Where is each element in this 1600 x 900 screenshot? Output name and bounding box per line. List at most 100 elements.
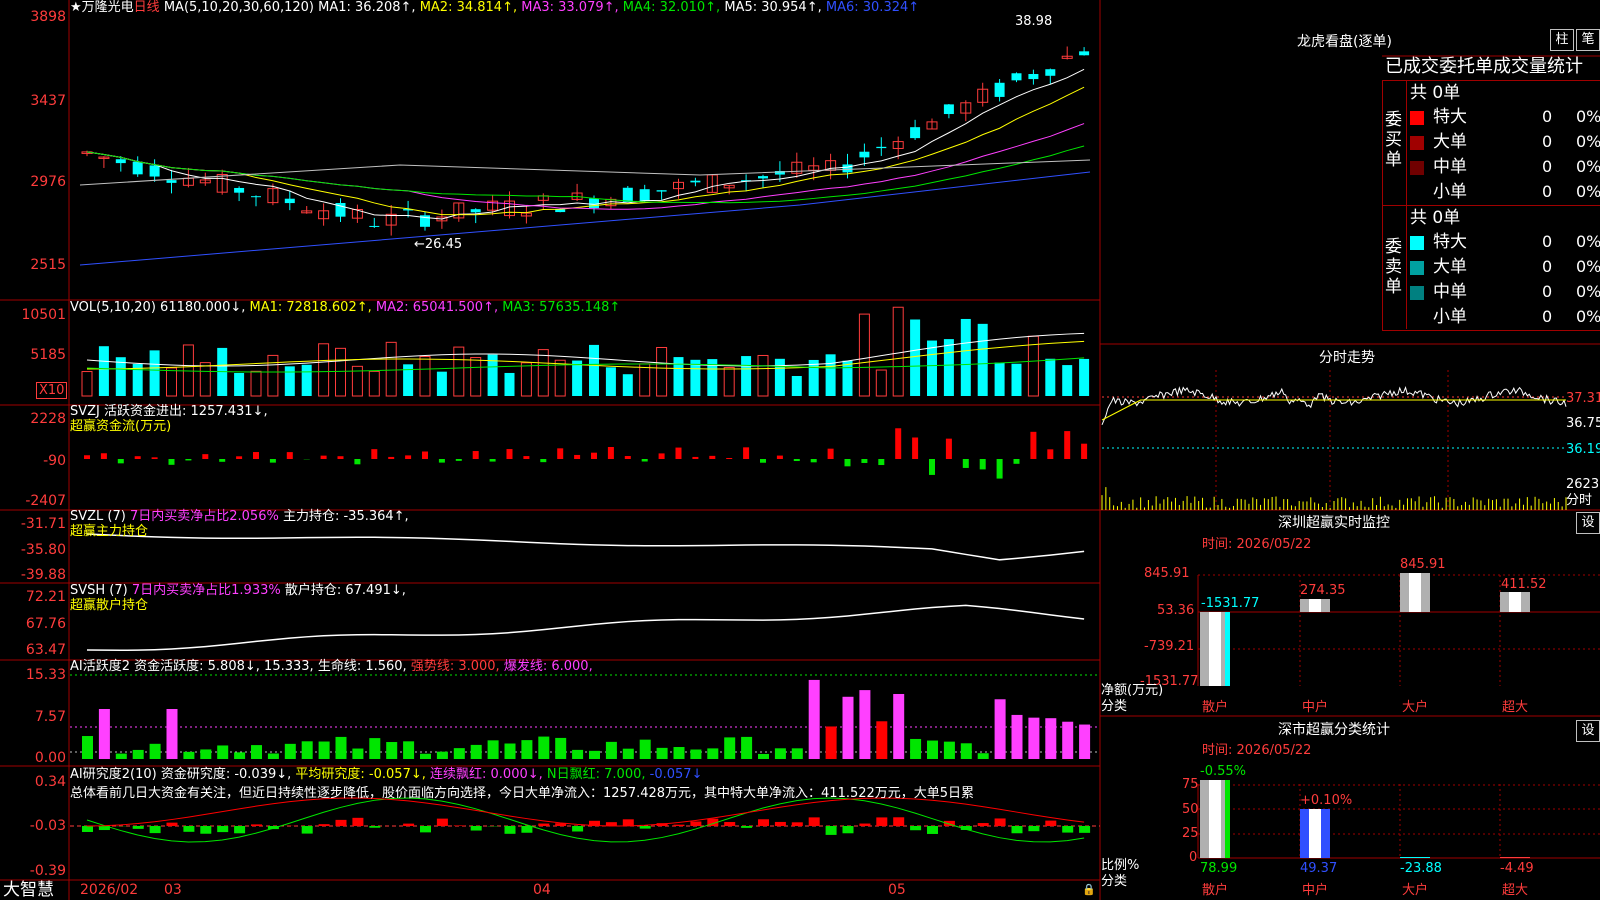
active-bar (149, 743, 161, 759)
fund-bar (624, 456, 631, 459)
class-axis-label: 25 (1182, 826, 1199, 841)
ai-research-avg: 平均研究度: -0.057↓, (295, 767, 426, 782)
research-bar (690, 821, 702, 826)
candle-body (910, 127, 921, 139)
monitor-axis-label: -739.21 (1144, 639, 1195, 654)
favorite-star-icon[interactable]: ★ (70, 0, 82, 15)
fund-bar (219, 459, 226, 462)
candle-body (656, 190, 667, 192)
research-bar (436, 818, 448, 826)
active-bar (251, 745, 262, 759)
buy-row-swatch (1410, 111, 1424, 125)
active-bar (927, 740, 938, 759)
monitor-bar-medium-highlight (1309, 599, 1321, 612)
research-bar (335, 819, 347, 826)
research-bar (673, 824, 685, 826)
ma4-value: MA4: 32.010↑, (622, 0, 721, 15)
fund-bar (168, 459, 175, 465)
intraday-title: 分时走势 (1319, 350, 1375, 366)
fund-bar (269, 459, 276, 463)
ai-lifeline: 生命线: 1.560, (317, 659, 407, 674)
active-bar (521, 740, 533, 759)
candle-body (639, 189, 650, 201)
research-line (86, 797, 1085, 843)
active-bar (234, 752, 246, 759)
active-bar (487, 740, 499, 759)
candle-body (859, 151, 870, 158)
vol-ma1: MA1: 72818.602↑, (249, 300, 372, 315)
research-bar (622, 819, 634, 826)
buy-row-swatch (1410, 136, 1424, 150)
fund-bar (979, 459, 986, 470)
fund-bar (895, 428, 902, 459)
period-label[interactable]: 日线 (134, 0, 160, 15)
active-bar (842, 696, 854, 759)
class-top-label: +0.10% (1300, 793, 1353, 808)
buy-row-pct: 0% (1576, 107, 1600, 126)
candle-body (369, 225, 380, 227)
volume-bar (723, 367, 735, 397)
volume-bar (504, 372, 515, 396)
sell-row-name: 大单 (1433, 257, 1467, 277)
research-bar (825, 826, 837, 835)
ai-research-extra: -0.057↓ (649, 767, 703, 782)
sell-row-pct: 0% (1576, 257, 1600, 276)
research-bar (234, 826, 246, 834)
svsh-axis-label: 72.21 (25, 589, 66, 605)
buy-row-name: 特大 (1433, 107, 1467, 127)
buy-row-count: 0 (1542, 157, 1553, 176)
active-bar (436, 751, 448, 759)
buy-row-pct: 0% (1576, 132, 1600, 151)
monitor-cat-label: 中户 (1302, 700, 1329, 715)
bar-mode-button[interactable]: 柱 (1550, 29, 1574, 51)
active-bar (960, 743, 972, 759)
trade-stats-title[interactable]: 已成交委托单成交量统计 (1385, 56, 1583, 78)
monitor-xlabel: 分类 (1101, 699, 1128, 714)
active-bar (893, 693, 905, 759)
vol-header: VOL(5,10,20) 61180.000↓, MA1: 72818.602↑… (70, 300, 620, 316)
svsh-header: SVSH (7) 7日内买卖净占比1.933% 散户持仓: 67.491↓, (70, 583, 406, 599)
volume-bar (589, 344, 599, 396)
research-bar (842, 826, 854, 834)
volume-bar (656, 346, 668, 397)
ai-active-axis-label: 0.00 (34, 750, 66, 766)
fund-bar (912, 437, 919, 459)
fund-bar (929, 459, 935, 475)
active-bar (791, 748, 803, 759)
lock-icon[interactable]: 🔒 (1082, 882, 1096, 898)
candle-body (234, 187, 245, 193)
fund-bar (793, 459, 800, 462)
active-bar (267, 753, 279, 759)
class-bar-medium-highlight (1309, 809, 1321, 858)
research-bar (538, 823, 550, 826)
active-bar (183, 751, 195, 759)
svzl-ratio: 7日内买卖净占比2.056% (129, 509, 279, 524)
monitor-settings-button[interactable]: 设 (1576, 512, 1600, 534)
research-bar (758, 819, 769, 826)
class-title: 深市超赢分类统计 (1278, 722, 1390, 738)
sell-row-name: 小单 (1433, 307, 1467, 327)
active-bar (82, 736, 93, 759)
buy-order-label: 委买单 (1385, 110, 1402, 170)
class-settings-button[interactable]: 设 (1576, 720, 1600, 742)
fund-bar (455, 459, 462, 461)
monitor-cat-label: 超大 (1502, 700, 1529, 715)
fund-bar (709, 455, 716, 459)
active-bar (1011, 714, 1023, 759)
svsh-line (86, 604, 1085, 652)
fund-bar (489, 459, 496, 462)
active-bar (352, 748, 364, 759)
active-bar (808, 679, 820, 759)
monitor-bar-large-highlight (1409, 573, 1421, 612)
active-bar (166, 709, 178, 759)
chart-header: ★万隆光电日线 MA(5,10,20,30,60,120) MA1: 36.20… (70, 0, 919, 16)
class-cat-label: 大户 (1402, 883, 1429, 898)
buy-row-name: 中单 (1433, 157, 1467, 177)
fund-bar (100, 453, 107, 459)
volume-bar (554, 359, 566, 397)
research-bar (977, 823, 989, 826)
vol-ma3: MA3: 57635.148↑ (502, 300, 621, 315)
svsh-title: SVSH (7) (70, 583, 128, 598)
research-bar (994, 818, 1006, 826)
tick-mode-button[interactable]: 笔 (1576, 29, 1600, 51)
